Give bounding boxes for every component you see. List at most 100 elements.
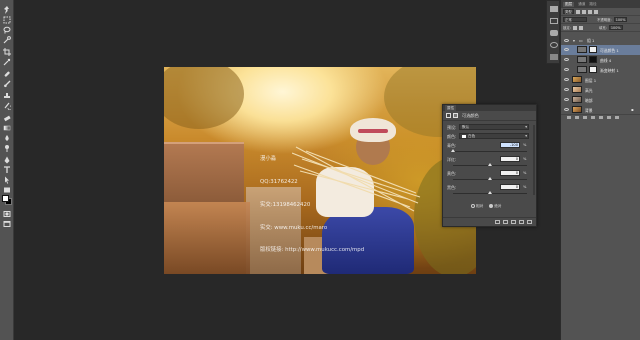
tools-panel (0, 0, 14, 340)
path-select-icon[interactable] (2, 176, 12, 184)
healing-icon[interactable] (2, 70, 12, 78)
eye-icon[interactable] (564, 108, 569, 111)
stamp-icon[interactable] (2, 92, 12, 100)
tab-properties[interactable]: 属性 (445, 105, 457, 111)
shape-filter-icon[interactable] (593, 9, 598, 14)
trash-icon[interactable] (615, 116, 619, 119)
relative-radio[interactable] (471, 204, 475, 208)
history-icon[interactable] (550, 6, 558, 12)
layer-row[interactable]: 渐变映射 1 (561, 65, 640, 75)
visibility-icon[interactable] (519, 220, 524, 224)
slider-value-input[interactable]: 0 (500, 170, 520, 176)
type-filter-icon[interactable] (587, 9, 592, 14)
layer-row[interactable]: 可选颜色 1 (561, 45, 640, 55)
tab-channels[interactable]: 通道 (578, 2, 585, 7)
type-icon[interactable] (2, 166, 12, 174)
slider-thumb[interactable] (488, 163, 492, 166)
properties-icon[interactable] (550, 18, 558, 24)
slider-thumb[interactable] (451, 149, 455, 152)
brush-icon[interactable] (2, 80, 12, 88)
blur-icon[interactable] (2, 134, 12, 142)
swatches-icon[interactable] (550, 54, 558, 60)
tab-layers[interactable]: 图层 (563, 1, 575, 7)
layer-row[interactable]: 曲线 4 (561, 55, 640, 65)
new-group-icon[interactable] (599, 116, 603, 119)
group-disclosure-icon[interactable]: ▾ (573, 38, 575, 43)
quick-select-icon[interactable] (2, 36, 12, 44)
mask-icon[interactable] (453, 113, 458, 118)
kind-filter[interactable]: 类型 (563, 9, 574, 14)
layer-row[interactable]: 暗部 (561, 95, 640, 105)
history-brush-icon[interactable] (2, 102, 12, 110)
fill-label: 填充: (598, 26, 607, 30)
absolute-option[interactable]: 绝对 (489, 204, 501, 209)
eraser-icon[interactable] (2, 114, 12, 122)
blend-mode-select[interactable]: 正常 (563, 17, 587, 22)
layer-thumbnail (572, 86, 582, 93)
opacity-input[interactable]: 100% (613, 17, 628, 22)
lock-position-icon[interactable] (578, 25, 583, 30)
layer-mask-thumbnail[interactable] (589, 56, 597, 63)
gradient-icon[interactable] (2, 124, 12, 132)
fx-icon[interactable] (575, 116, 579, 119)
info-icon[interactable] (550, 30, 558, 36)
pen-icon[interactable] (2, 156, 12, 164)
dodge-icon[interactable] (2, 144, 12, 152)
colors-value: 白色 (468, 134, 476, 138)
reset-icon[interactable] (511, 220, 516, 224)
foreground-color-swatch[interactable] (2, 195, 9, 202)
slider-track[interactable] (443, 163, 538, 168)
photoshop-window: 漫小淼 QQ:31762422 实交:13198462420 实交: www.m… (0, 0, 640, 340)
screen-mode-icon[interactable] (2, 220, 12, 228)
new-layer-icon[interactable] (607, 116, 611, 119)
eye-icon[interactable] (564, 39, 569, 42)
layer-group[interactable]: ▾ ▭ 组 1 (561, 38, 640, 44)
slider-track[interactable] (443, 191, 538, 196)
shape-icon[interactable] (2, 186, 12, 194)
slider-label: 黑色: (447, 185, 457, 190)
eye-icon[interactable] (564, 88, 569, 91)
canvas-image[interactable]: 漫小淼 QQ:31762422 实交:13198462420 实交: www.m… (164, 67, 476, 274)
layer-mask-thumbnail[interactable] (589, 66, 597, 73)
slider-thumb[interactable] (488, 191, 492, 194)
slider-value-input[interactable]: 0 (500, 156, 520, 162)
eye-icon[interactable] (564, 68, 569, 71)
eye-icon[interactable] (564, 48, 569, 51)
slider-track[interactable] (443, 149, 538, 154)
clip-to-layer-icon[interactable] (495, 220, 500, 224)
eyedropper-icon[interactable] (2, 58, 12, 66)
fill-input[interactable]: 100% (608, 25, 623, 30)
delete-icon[interactable] (527, 220, 532, 224)
adjustment-filter-icon[interactable] (581, 9, 586, 14)
layer-row[interactable]: 图层 1 (561, 75, 640, 85)
crop-icon[interactable] (2, 48, 12, 56)
marquee-icon[interactable] (2, 16, 12, 24)
quick-mask-icon[interactable] (2, 210, 12, 218)
properties-header: 可选颜色 (443, 111, 536, 121)
eye-icon[interactable] (564, 98, 569, 101)
add-mask-icon[interactable] (583, 116, 587, 119)
slider-track[interactable] (443, 177, 538, 182)
relative-option[interactable]: 相对 (471, 204, 483, 209)
preset-select[interactable]: 默认 ▾ (459, 124, 529, 130)
slider-value-input[interactable]: 0 (500, 184, 520, 190)
layer-thumbnail (572, 76, 582, 83)
pixel-filter-icon[interactable] (575, 9, 580, 14)
layer-row[interactable]: 高光 (561, 85, 640, 95)
lasso-icon[interactable] (2, 26, 12, 34)
color-icon[interactable] (550, 42, 558, 48)
slider-value-input[interactable]: -100 (500, 142, 520, 148)
link-icon[interactable] (567, 116, 571, 119)
new-adjustment-icon[interactable] (591, 116, 595, 119)
tab-paths[interactable]: 路径 (589, 2, 596, 7)
colors-select[interactable]: 白色 ▾ (459, 133, 529, 139)
move-icon[interactable] (2, 6, 12, 14)
lock-icon[interactable] (572, 25, 577, 30)
eye-icon[interactable] (564, 78, 569, 81)
slider-thumb[interactable] (488, 177, 492, 180)
layer-mask-thumbnail[interactable] (589, 46, 597, 53)
absolute-radio[interactable] (489, 204, 494, 208)
eye-icon[interactable] (564, 58, 569, 61)
view-previous-icon[interactable] (503, 220, 508, 224)
properties-scrollbar[interactable] (533, 125, 535, 195)
